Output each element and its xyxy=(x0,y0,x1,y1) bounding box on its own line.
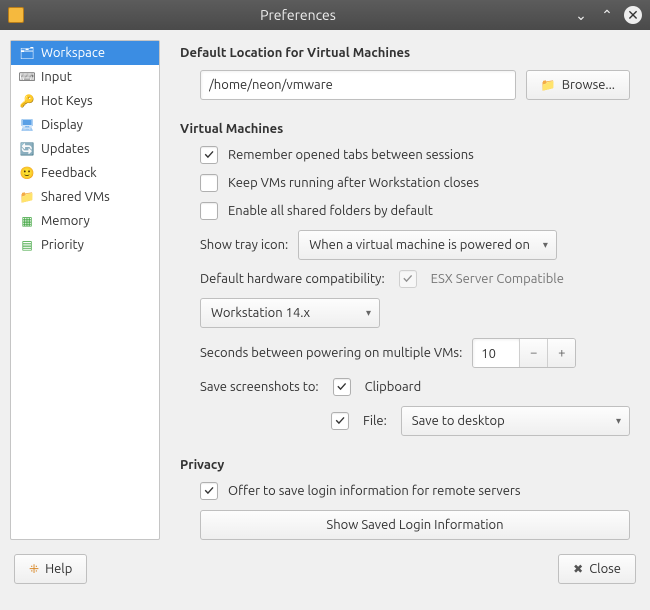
hwcompat-label: Default hardware compatibility: xyxy=(200,272,385,286)
close-x-icon: ✖ xyxy=(573,562,583,576)
tray-icon-label: Show tray icon: xyxy=(200,238,288,252)
help-label: Help xyxy=(45,562,72,576)
sidebar-item-feedback[interactable]: 🙂 Feedback xyxy=(11,161,159,185)
seconds-increment[interactable]: + xyxy=(547,339,575,367)
close-icon[interactable]: ✕ xyxy=(624,6,642,24)
footer: ⁜ Help ✖ Close xyxy=(0,540,650,598)
browse-label: Browse... xyxy=(562,78,615,92)
seconds-decrement[interactable]: − xyxy=(519,339,547,367)
esx-compatible-label: ESX Server Compatible xyxy=(431,272,564,286)
section-default-location-heading: Default Location for Virtual Machines xyxy=(180,46,630,60)
file-checkbox[interactable] xyxy=(331,412,349,430)
close-label: Close xyxy=(589,562,621,576)
sidebar-item-label: Hot Keys xyxy=(41,94,93,108)
sidebar-item-label: Feedback xyxy=(41,166,97,180)
input-icon: ⌨ xyxy=(19,69,35,85)
show-saved-login-label: Show Saved Login Information xyxy=(326,518,503,532)
show-saved-login-button[interactable]: Show Saved Login Information xyxy=(200,510,630,540)
file-combo-value: Save to desktop xyxy=(412,414,505,428)
sidebar-item-label: Memory xyxy=(41,214,90,228)
main-panel: Default Location for Virtual Machines 📁 … xyxy=(170,40,640,540)
sidebar-item-updates[interactable]: 🔄 Updates xyxy=(11,137,159,161)
offer-save-login-checkbox[interactable] xyxy=(200,482,218,500)
folder-icon: 📁 xyxy=(541,78,556,92)
file-combo[interactable]: Save to desktop xyxy=(401,406,630,436)
remember-tabs-checkbox[interactable] xyxy=(200,146,218,164)
hwcompat-value: Workstation 14.x xyxy=(211,306,310,320)
sidebar-item-label: Display xyxy=(41,118,83,132)
sidebar-item-label: Updates xyxy=(41,142,90,156)
titlebar: Preferences ⌄ ⌃ ✕ xyxy=(0,0,650,30)
display-icon: 🖥 xyxy=(19,117,35,133)
browse-button[interactable]: 📁 Browse... xyxy=(526,70,630,100)
enable-shared-label: Enable all shared folders by default xyxy=(228,204,433,218)
sidebar-item-workspace[interactable]: 🗂 Workspace xyxy=(11,41,159,65)
file-label: File: xyxy=(363,414,387,428)
default-location-input[interactable] xyxy=(200,70,516,100)
offer-save-login-label: Offer to save login information for remo… xyxy=(228,484,520,498)
hot-keys-icon: 🔑 xyxy=(19,93,35,109)
esx-compatible-checkbox xyxy=(399,270,417,288)
keep-running-label: Keep VMs running after Workstation close… xyxy=(228,176,479,190)
memory-icon: ▦ xyxy=(19,213,35,229)
sidebar-item-memory[interactable]: ▦ Memory xyxy=(11,209,159,233)
workspace-icon: 🗂 xyxy=(19,45,35,61)
hwcompat-combo[interactable]: Workstation 14.x xyxy=(200,298,380,328)
window-title: Preferences xyxy=(32,7,564,23)
help-icon: ⁜ xyxy=(29,562,39,576)
seconds-input[interactable] xyxy=(473,339,519,368)
app-icon xyxy=(8,7,24,23)
sidebar-item-display[interactable]: 🖥 Display xyxy=(11,113,159,137)
save-screenshots-label: Save screenshots to: xyxy=(200,380,319,394)
sidebar: 🗂 Workspace ⌨ Input 🔑 Hot Keys 🖥 Display 🔄 Update… xyxy=(10,40,160,540)
enable-shared-checkbox[interactable] xyxy=(200,202,218,220)
clipboard-label: Clipboard xyxy=(365,380,422,394)
keep-running-checkbox[interactable] xyxy=(200,174,218,192)
seconds-spinner[interactable]: − + xyxy=(472,338,576,368)
sidebar-item-shared-vms[interactable]: 📁 Shared VMs xyxy=(11,185,159,209)
updates-icon: 🔄 xyxy=(19,141,35,157)
sidebar-item-label: Shared VMs xyxy=(41,190,110,204)
seconds-label: Seconds between powering on multiple VMs… xyxy=(200,346,462,360)
sidebar-item-hot-keys[interactable]: 🔑 Hot Keys xyxy=(11,89,159,113)
close-button[interactable]: ✖ Close xyxy=(558,554,636,584)
sidebar-item-input[interactable]: ⌨ Input xyxy=(11,65,159,89)
tray-icon-combo[interactable]: When a virtual machine is powered on xyxy=(298,230,557,260)
help-button[interactable]: ⁜ Help xyxy=(14,554,87,584)
section-privacy-heading: Privacy xyxy=(180,458,630,472)
tray-icon-value: When a virtual machine is powered on xyxy=(309,238,530,252)
feedback-icon: 🙂 xyxy=(19,165,35,181)
clipboard-checkbox[interactable] xyxy=(333,378,351,396)
remember-tabs-label: Remember opened tabs between sessions xyxy=(228,148,474,162)
shared-vms-icon: 📁 xyxy=(19,189,35,205)
maximize-icon[interactable]: ⌃ xyxy=(598,6,616,24)
priority-icon: ▤ xyxy=(19,237,35,253)
sidebar-item-label: Workspace xyxy=(41,46,105,60)
minimize-icon[interactable]: ⌄ xyxy=(572,6,590,24)
sidebar-item-priority[interactable]: ▤ Priority xyxy=(11,233,159,257)
section-vms-heading: Virtual Machines xyxy=(180,122,630,136)
sidebar-item-label: Priority xyxy=(41,238,84,252)
sidebar-item-label: Input xyxy=(41,70,72,84)
